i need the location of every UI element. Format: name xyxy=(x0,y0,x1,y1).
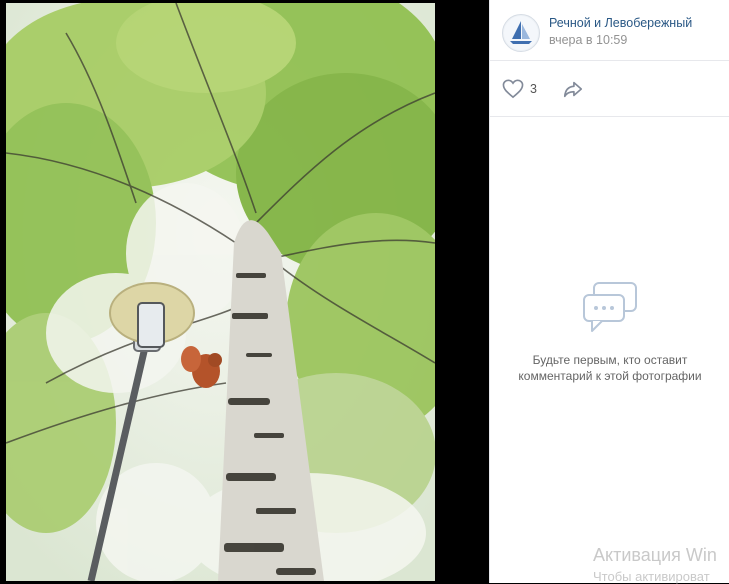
photo-image xyxy=(6,3,435,581)
photo-viewer[interactable] xyxy=(0,0,489,583)
sailboat-logo-icon xyxy=(504,16,538,50)
share-arrow-icon xyxy=(563,81,583,98)
author-name-link[interactable]: Речной и Левобережный xyxy=(549,16,692,30)
comment-bubble-icon xyxy=(580,280,640,336)
post-actions: 3 xyxy=(490,61,729,117)
empty-comments-text: Будьте первым, кто оставит комментарий к… xyxy=(518,353,702,383)
share-button[interactable] xyxy=(562,78,584,100)
post-timestamp[interactable]: вчера в 10:59 xyxy=(549,33,627,47)
like-count: 3 xyxy=(530,82,537,96)
windows-activation-watermark: Активация Win xyxy=(593,545,717,565)
author-avatar[interactable] xyxy=(502,14,540,52)
windows-activation-subtext: Чтобы активироват xyxy=(593,569,710,584)
post-side-panel: Речной и Левобережный вчера в 10:59 3 Бу… xyxy=(489,0,729,583)
post-photo[interactable] xyxy=(6,3,435,581)
empty-comments: Будьте первым, кто оставит комментарий к… xyxy=(490,280,729,384)
like-button[interactable]: 3 xyxy=(502,78,537,100)
heart-icon xyxy=(502,79,524,99)
post-header: Речной и Левобережный вчера в 10:59 xyxy=(490,0,729,61)
